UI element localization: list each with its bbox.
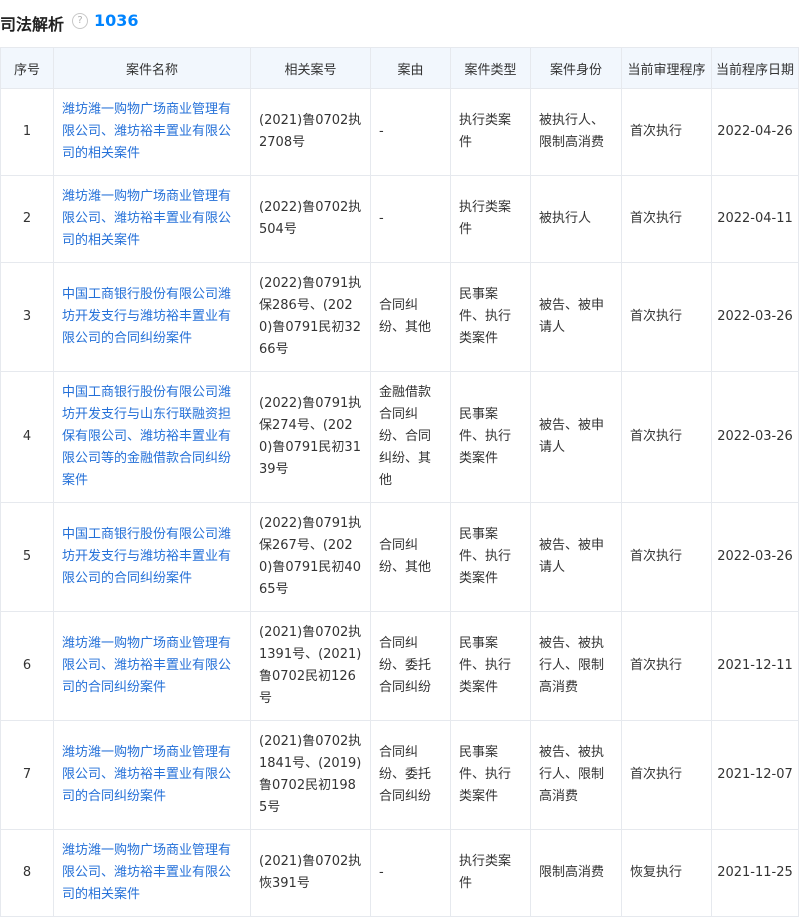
row-index: 5 xyxy=(0,502,54,612)
case-type: 民事案件、执行类案件 xyxy=(450,611,531,721)
row-index: 7 xyxy=(0,720,54,830)
column-header-case-role: 案件身份 xyxy=(530,47,622,89)
column-header-procedure-date: 当前程序日期 xyxy=(711,47,799,89)
table-row: 3 中国工商银行股份有限公司潍坊开发支行与潍坊裕丰置业有限公司的合同纠纷案件 (… xyxy=(0,262,799,372)
case-number: (2022)鲁0791执保274号、(2020)鲁0791民初3139号 xyxy=(250,371,371,503)
case-number: (2022)鲁0791执保267号、(2020)鲁0791民初4065号 xyxy=(250,502,371,612)
table-row: 7 潍坊潍一购物广场商业管理有限公司、潍坊裕丰置业有限公司的合同纠纷案件 (20… xyxy=(0,720,799,830)
case-role: 被告、被申请人 xyxy=(530,502,622,612)
case-number: (2021)鲁0702执2708号 xyxy=(250,88,371,176)
column-header-index: 序号 xyxy=(0,47,54,89)
case-name-link[interactable]: 潍坊潍一购物广场商业管理有限公司、潍坊裕丰置业有限公司的合同纠纷案件 xyxy=(53,720,251,830)
case-role: 被告、被申请人 xyxy=(530,262,622,372)
table-row: 8 潍坊潍一购物广场商业管理有限公司、潍坊裕丰置业有限公司的相关案件 (2021… xyxy=(0,829,799,917)
case-type: 民事案件、执行类案件 xyxy=(450,371,531,503)
case-procedure: 首次执行 xyxy=(621,88,712,176)
procedure-date: 2022-04-11 xyxy=(711,175,799,263)
procedure-date: 2022-03-26 xyxy=(711,502,799,612)
procedure-date: 2021-11-25 xyxy=(711,829,799,917)
case-cause: 合同纠纷、委托合同纠纷 xyxy=(370,720,451,830)
case-procedure: 首次执行 xyxy=(621,175,712,263)
row-index: 4 xyxy=(0,371,54,503)
table-row: 4 中国工商银行股份有限公司潍坊开发支行与山东行联融资担保有限公司、潍坊裕丰置业… xyxy=(0,371,799,503)
case-name-link[interactable]: 潍坊潍一购物广场商业管理有限公司、潍坊裕丰置业有限公司的相关案件 xyxy=(53,88,251,176)
case-name-link[interactable]: 潍坊潍一购物广场商业管理有限公司、潍坊裕丰置业有限公司的合同纠纷案件 xyxy=(53,611,251,721)
case-type: 执行类案件 xyxy=(450,175,531,263)
case-cause: - xyxy=(370,88,451,176)
column-header-case-number: 相关案号 xyxy=(250,47,371,89)
procedure-date: 2022-03-26 xyxy=(711,262,799,372)
table-row: 2 潍坊潍一购物广场商业管理有限公司、潍坊裕丰置业有限公司的相关案件 (2022… xyxy=(0,175,799,263)
case-procedure: 首次执行 xyxy=(621,611,712,721)
procedure-date: 2022-03-26 xyxy=(711,371,799,503)
column-header-case-name: 案件名称 xyxy=(53,47,251,89)
case-cause: 合同纠纷、其他 xyxy=(370,262,451,372)
row-index: 8 xyxy=(0,829,54,917)
help-icon[interactable]: ? xyxy=(72,13,88,29)
case-type: 民事案件、执行类案件 xyxy=(450,262,531,372)
judicial-cases-table: 序号 案件名称 相关案号 案由 案件类型 案件身份 当前审理程序 当前程序日期 … xyxy=(0,47,799,917)
case-procedure: 首次执行 xyxy=(621,720,712,830)
row-index: 2 xyxy=(0,175,54,263)
case-cause: - xyxy=(370,175,451,263)
case-name-link[interactable]: 中国工商银行股份有限公司潍坊开发支行与潍坊裕丰置业有限公司的合同纠纷案件 xyxy=(53,502,251,612)
case-type: 执行类案件 xyxy=(450,88,531,176)
case-type: 民事案件、执行类案件 xyxy=(450,502,531,612)
case-procedure: 首次执行 xyxy=(621,262,712,372)
case-role: 限制高消费 xyxy=(530,829,622,917)
row-index: 6 xyxy=(0,611,54,721)
procedure-date: 2021-12-07 xyxy=(711,720,799,830)
table-header-row: 序号 案件名称 相关案号 案由 案件类型 案件身份 当前审理程序 当前程序日期 xyxy=(0,47,799,89)
case-name-link[interactable]: 中国工商银行股份有限公司潍坊开发支行与潍坊裕丰置业有限公司的合同纠纷案件 xyxy=(53,262,251,372)
procedure-date: 2021-12-11 xyxy=(711,611,799,721)
case-type: 民事案件、执行类案件 xyxy=(450,720,531,830)
case-count: 1036 xyxy=(94,11,139,30)
case-cause: 金融借款合同纠纷、合同纠纷、其他 xyxy=(370,371,451,503)
case-name-link[interactable]: 潍坊潍一购物广场商业管理有限公司、潍坊裕丰置业有限公司的相关案件 xyxy=(53,175,251,263)
case-type: 执行类案件 xyxy=(450,829,531,917)
section-title: 司法解析 xyxy=(0,15,65,34)
case-role: 被执行人 xyxy=(530,175,622,263)
case-number: (2021)鲁0702执恢391号 xyxy=(250,829,371,917)
procedure-date: 2022-04-26 xyxy=(711,88,799,176)
row-index: 3 xyxy=(0,262,54,372)
case-number: (2021)鲁0702执1391号、(2021)鲁0702民初126号 xyxy=(250,611,371,721)
case-number: (2022)鲁0702执504号 xyxy=(250,175,371,263)
case-name-link[interactable]: 中国工商银行股份有限公司潍坊开发支行与山东行联融资担保有限公司、潍坊裕丰置业有限… xyxy=(53,371,251,503)
column-header-cause: 案由 xyxy=(370,47,451,89)
case-name-link[interactable]: 潍坊潍一购物广场商业管理有限公司、潍坊裕丰置业有限公司的相关案件 xyxy=(53,829,251,917)
case-procedure: 首次执行 xyxy=(621,502,712,612)
case-procedure: 首次执行 xyxy=(621,371,712,503)
case-role: 被告、被申请人 xyxy=(530,371,622,503)
case-cause: 合同纠纷、委托合同纠纷 xyxy=(370,611,451,721)
case-cause: 合同纠纷、其他 xyxy=(370,502,451,612)
case-role: 被执行人、限制高消费 xyxy=(530,88,622,176)
case-cause: - xyxy=(370,829,451,917)
row-index: 1 xyxy=(0,88,54,176)
case-procedure: 恢复执行 xyxy=(621,829,712,917)
column-header-case-type: 案件类型 xyxy=(450,47,531,89)
case-role: 被告、被执行人、限制高消费 xyxy=(530,611,622,721)
table-row: 5 中国工商银行股份有限公司潍坊开发支行与潍坊裕丰置业有限公司的合同纠纷案件 (… xyxy=(0,502,799,612)
case-role: 被告、被执行人、限制高消费 xyxy=(530,720,622,830)
table-row: 6 潍坊潍一购物广场商业管理有限公司、潍坊裕丰置业有限公司的合同纠纷案件 (20… xyxy=(0,611,799,721)
column-header-procedure: 当前审理程序 xyxy=(621,47,712,89)
table-row: 1 潍坊潍一购物广场商业管理有限公司、潍坊裕丰置业有限公司的相关案件 (2021… xyxy=(0,88,799,176)
case-number: (2021)鲁0702执1841号、(2019)鲁0702民初1985号 xyxy=(250,720,371,830)
section-header: 司法解析 ? 1036 xyxy=(0,0,799,44)
case-number: (2022)鲁0791执保286号、(2020)鲁0791民初3266号 xyxy=(250,262,371,372)
